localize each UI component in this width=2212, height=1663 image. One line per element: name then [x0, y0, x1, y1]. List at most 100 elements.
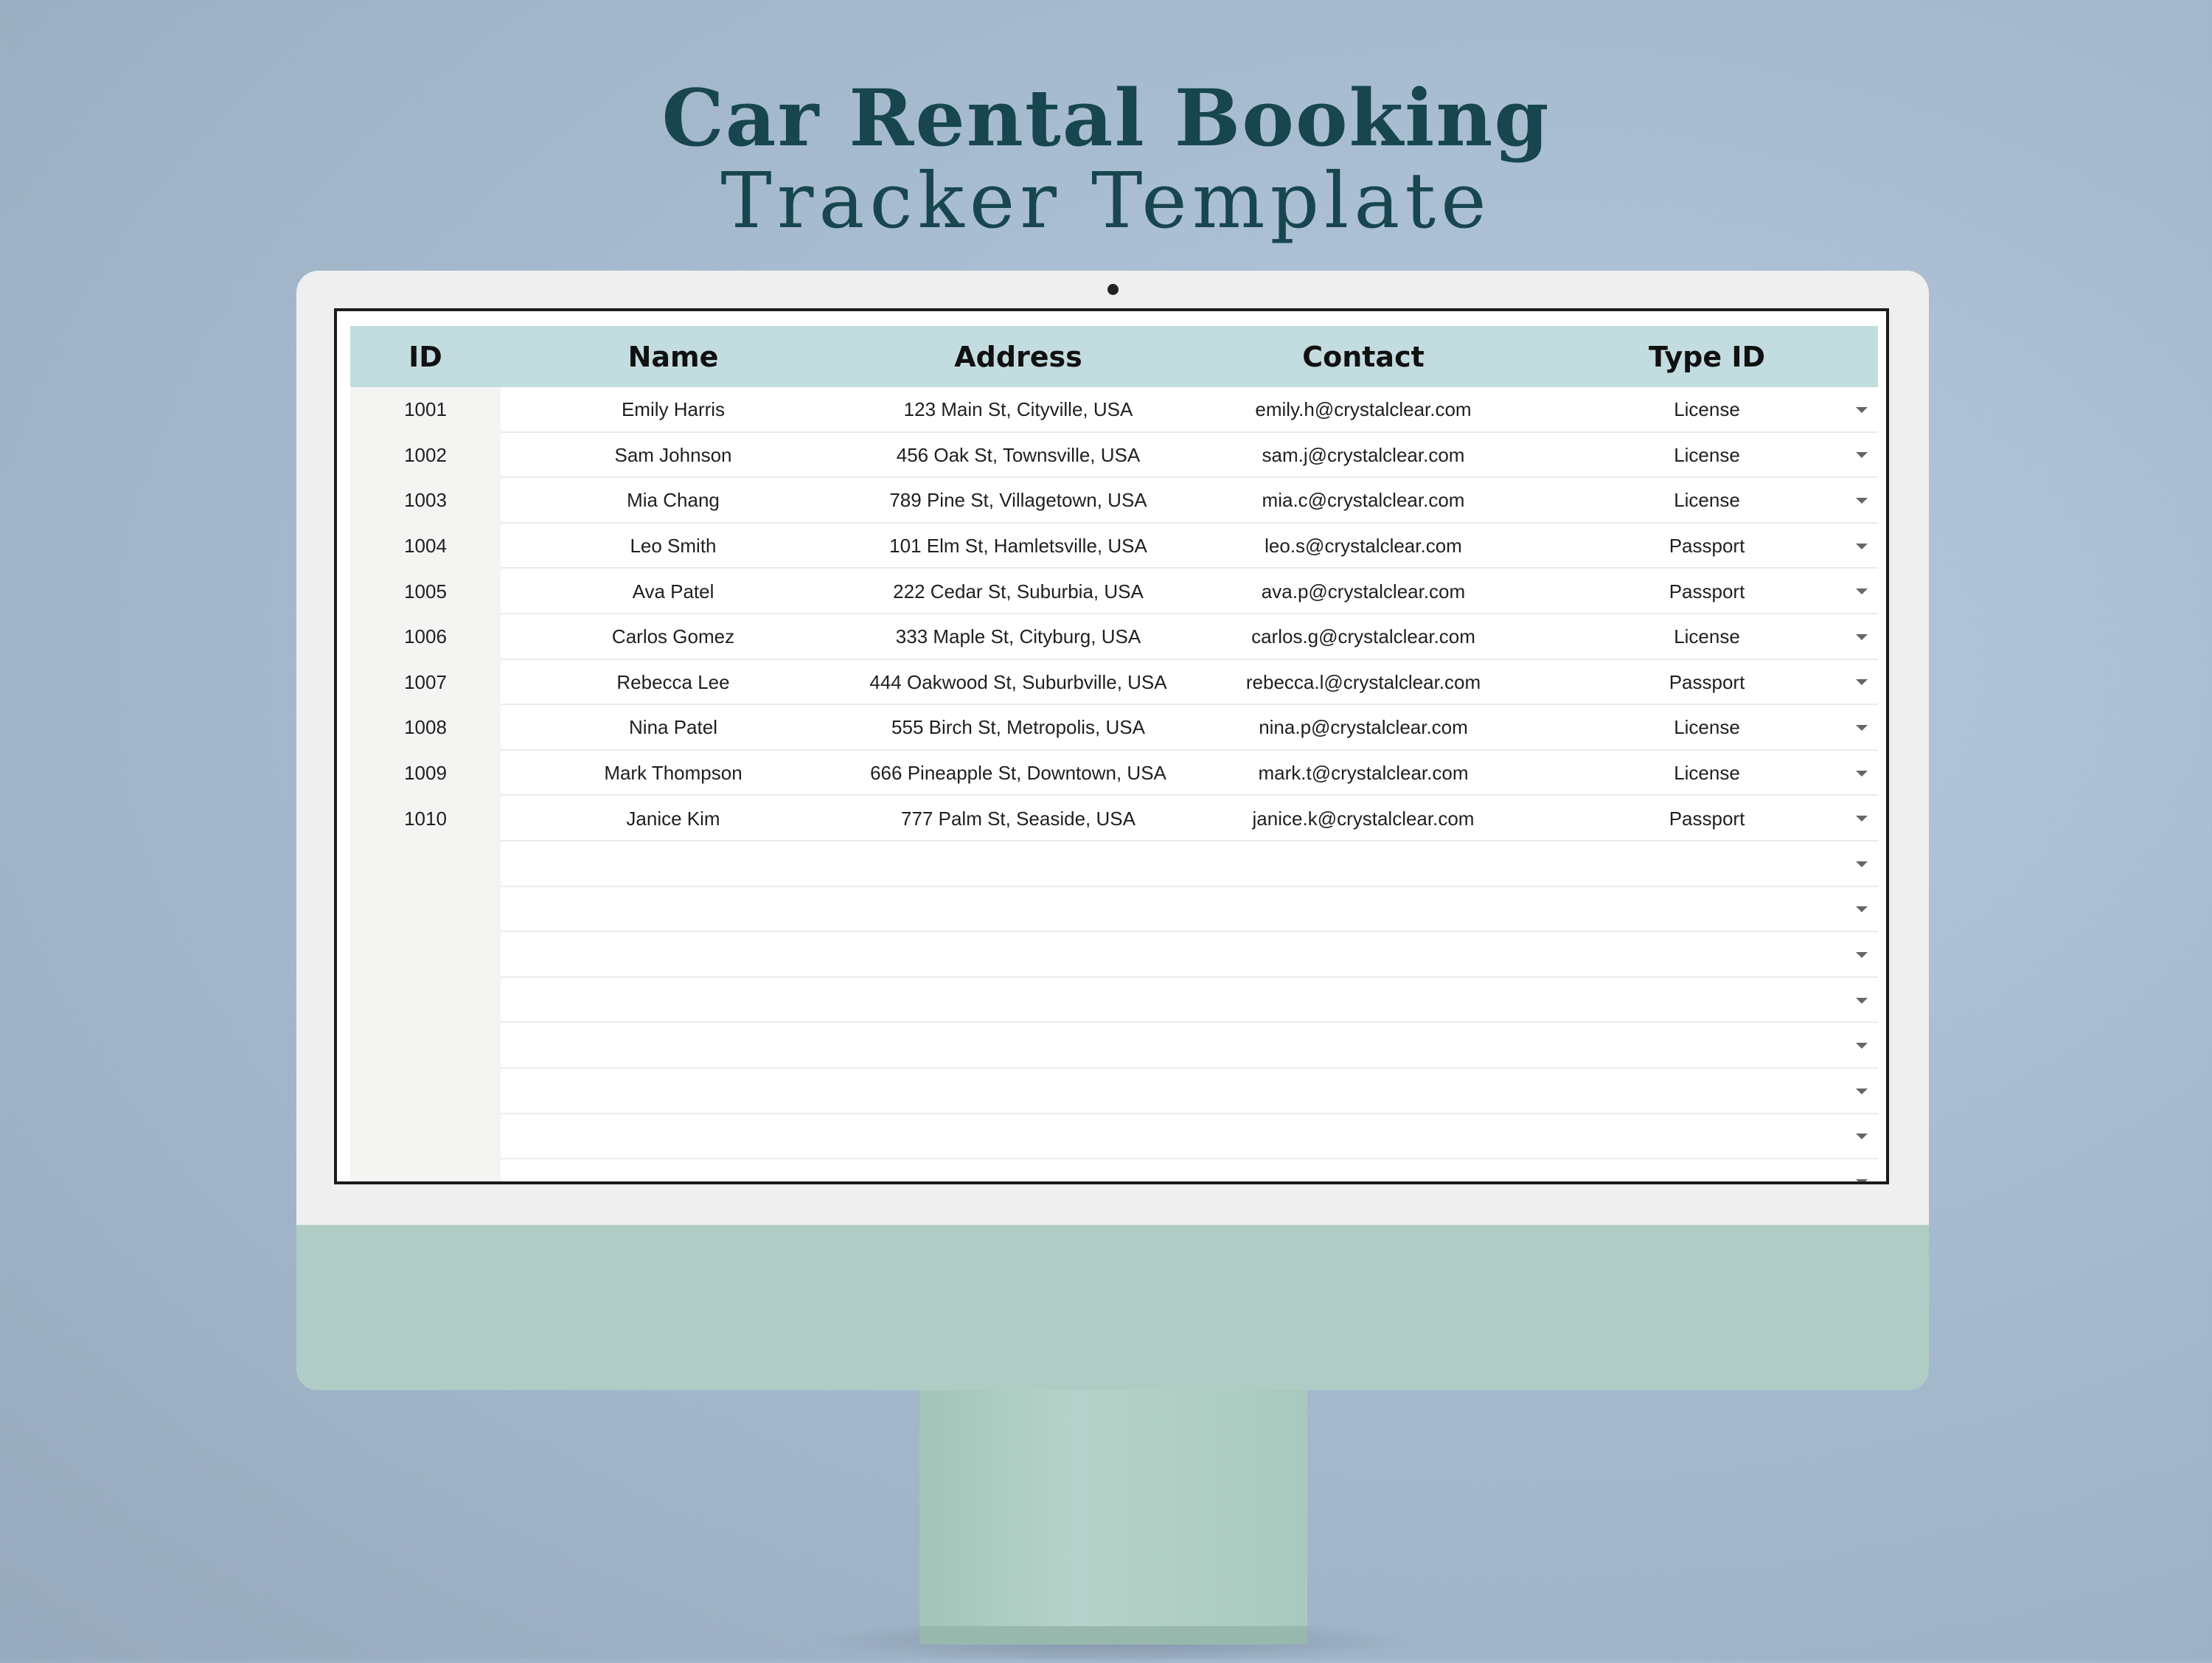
cell-type-id[interactable]	[1536, 1023, 1878, 1069]
cell-type-id[interactable]: License	[1536, 387, 1878, 433]
cell-type-id[interactable]	[1536, 887, 1878, 933]
caret-down-icon[interactable]	[1856, 497, 1868, 504]
cell-id[interactable]: 1005	[350, 569, 501, 614]
cell-name[interactable]	[501, 1159, 846, 1181]
header-contact[interactable]: Contact	[1191, 326, 1536, 387]
caret-down-icon[interactable]	[1856, 816, 1868, 822]
cell-name[interactable]	[501, 1114, 846, 1160]
cell-id[interactable]: 1004	[350, 524, 501, 569]
caret-down-icon[interactable]	[1856, 679, 1868, 686]
cell-name[interactable]: Mia Chang	[501, 478, 846, 524]
caret-down-icon[interactable]	[1856, 1178, 1868, 1181]
cell-type-id[interactable]: License	[1536, 478, 1878, 524]
caret-down-icon[interactable]	[1856, 543, 1868, 549]
cell-name[interactable]: Janice Kim	[501, 796, 846, 841]
cell-type-id[interactable]	[1536, 1069, 1878, 1114]
cell-address[interactable]	[846, 1114, 1191, 1160]
cell-type-id[interactable]	[1536, 978, 1878, 1024]
cell-name[interactable]: Rebecca Lee	[501, 660, 846, 706]
cell-name[interactable]: Leo Smith	[501, 524, 846, 569]
cell-name[interactable]	[501, 841, 846, 887]
cell-name[interactable]	[501, 978, 846, 1024]
cell-address[interactable]	[846, 1159, 1191, 1181]
cell-id[interactable]: 1007	[350, 660, 501, 706]
cell-type-id[interactable]: License	[1536, 751, 1878, 796]
cell-type-id[interactable]: Passport	[1536, 569, 1878, 614]
cell-name[interactable]: Carlos Gomez	[501, 614, 846, 660]
cell-contact[interactable]	[1191, 1023, 1536, 1069]
caret-down-icon[interactable]	[1856, 633, 1868, 640]
cell-address[interactable]: 101 Elm St, Hamletsville, USA	[846, 524, 1191, 569]
cell-id[interactable]	[350, 932, 501, 978]
cell-address[interactable]: 456 Oak St, Townsville, USA	[846, 433, 1191, 479]
cell-contact[interactable]: emily.h@crystalclear.com	[1191, 387, 1536, 433]
cell-address[interactable]: 789 Pine St, Villagetown, USA	[846, 478, 1191, 524]
cell-address[interactable]: 333 Maple St, Cityburg, USA	[846, 614, 1191, 660]
cell-contact[interactable]	[1191, 1114, 1536, 1160]
cell-address[interactable]	[846, 887, 1191, 933]
cell-address[interactable]: 666 Pineapple St, Downtown, USA	[846, 751, 1191, 796]
cell-address[interactable]: 777 Palm St, Seaside, USA	[846, 796, 1191, 841]
caret-down-icon[interactable]	[1856, 906, 1868, 913]
cell-id[interactable]: 1002	[350, 433, 501, 479]
header-name[interactable]: Name	[501, 326, 846, 387]
cell-id[interactable]	[350, 1114, 501, 1160]
cell-type-id[interactable]: License	[1536, 614, 1878, 660]
caret-down-icon[interactable]	[1856, 997, 1868, 1004]
cell-name[interactable]	[501, 932, 846, 978]
cell-contact[interactable]	[1191, 841, 1536, 887]
caret-down-icon[interactable]	[1856, 861, 1868, 867]
header-address[interactable]: Address	[846, 326, 1191, 387]
cell-name[interactable]: Nina Patel	[501, 705, 846, 751]
cell-id[interactable]: 1010	[350, 796, 501, 841]
cell-type-id[interactable]	[1536, 932, 1878, 978]
cell-id[interactable]	[350, 978, 501, 1024]
cell-name[interactable]	[501, 1023, 846, 1069]
cell-contact[interactable]: mia.c@crystalclear.com	[1191, 478, 1536, 524]
cell-contact[interactable]: carlos.g@crystalclear.com	[1191, 614, 1536, 660]
header-type-id[interactable]: Type ID	[1536, 326, 1878, 387]
cell-id[interactable]	[350, 887, 501, 933]
caret-down-icon[interactable]	[1856, 770, 1868, 777]
caret-down-icon[interactable]	[1856, 1043, 1868, 1049]
cell-contact[interactable]: janice.k@crystalclear.com	[1191, 796, 1536, 841]
cell-id[interactable]: 1008	[350, 705, 501, 751]
cell-address[interactable]: 222 Cedar St, Suburbia, USA	[846, 569, 1191, 614]
cell-type-id[interactable]: Passport	[1536, 796, 1878, 841]
cell-name[interactable]: Emily Harris	[501, 387, 846, 433]
cell-type-id[interactable]: Passport	[1536, 524, 1878, 569]
cell-id[interactable]	[350, 1023, 501, 1069]
cell-contact[interactable]: ava.p@crystalclear.com	[1191, 569, 1536, 614]
caret-down-icon[interactable]	[1856, 589, 1868, 595]
cell-contact[interactable]	[1191, 887, 1536, 933]
header-id[interactable]: ID	[350, 326, 501, 387]
cell-address[interactable]	[846, 1069, 1191, 1114]
cell-type-id[interactable]	[1536, 1114, 1878, 1160]
cell-address[interactable]	[846, 978, 1191, 1024]
cell-contact[interactable]	[1191, 1069, 1536, 1114]
cell-address[interactable]	[846, 1023, 1191, 1069]
cell-contact[interactable]	[1191, 978, 1536, 1024]
cell-name[interactable]: Mark Thompson	[501, 751, 846, 796]
caret-down-icon[interactable]	[1856, 951, 1868, 958]
cell-type-id[interactable]: License	[1536, 705, 1878, 751]
cell-contact[interactable]: sam.j@crystalclear.com	[1191, 433, 1536, 479]
cell-type-id[interactable]	[1536, 841, 1878, 887]
cell-address[interactable]	[846, 932, 1191, 978]
cell-contact[interactable]	[1191, 1159, 1536, 1181]
cell-id[interactable]	[350, 841, 501, 887]
cell-contact[interactable]	[1191, 932, 1536, 978]
cell-name[interactable]	[501, 1069, 846, 1114]
caret-down-icon[interactable]	[1856, 406, 1868, 413]
cell-name[interactable]	[501, 887, 846, 933]
caret-down-icon[interactable]	[1856, 724, 1868, 731]
cell-contact[interactable]: leo.s@crystalclear.com	[1191, 524, 1536, 569]
cell-contact[interactable]: mark.t@crystalclear.com	[1191, 751, 1536, 796]
cell-address[interactable]: 444 Oakwood St, Suburbville, USA	[846, 660, 1191, 706]
cell-type-id[interactable]: Passport	[1536, 660, 1878, 706]
cell-id[interactable]: 1009	[350, 751, 501, 796]
cell-type-id[interactable]: License	[1536, 433, 1878, 479]
cell-id[interactable]: 1001	[350, 387, 501, 433]
cell-contact[interactable]: rebecca.l@crystalclear.com	[1191, 660, 1536, 706]
cell-id[interactable]	[350, 1159, 501, 1181]
